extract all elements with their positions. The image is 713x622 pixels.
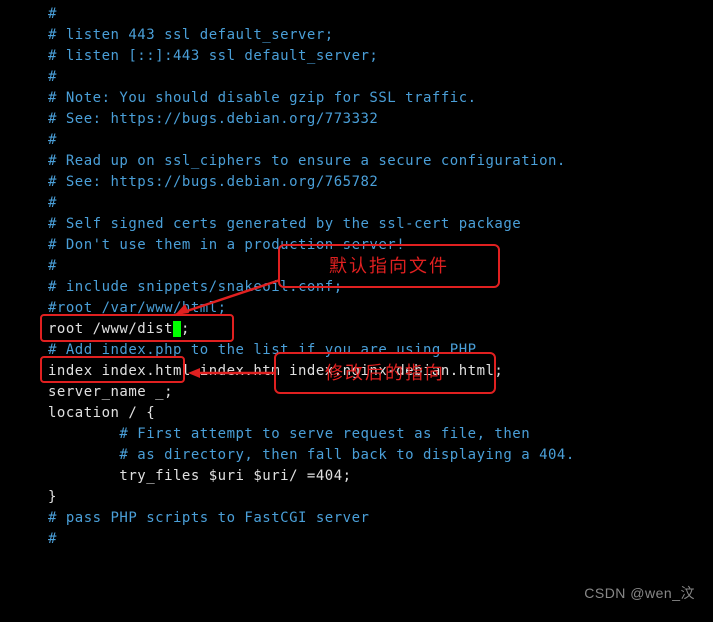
config-line: # as directory, then fall back to displa…	[48, 445, 713, 466]
annotation-modified-path: 修改后的指向	[274, 352, 496, 394]
config-line: # pass PHP scripts to FastCGI server	[48, 508, 713, 529]
config-line: }	[48, 487, 713, 508]
watermark: CSDN @wen_汶	[584, 583, 695, 604]
config-line: try_files $uri $uri/ =404;	[48, 466, 713, 487]
config-line: #	[48, 529, 713, 550]
config-line: # Read up on ssl_ciphers to ensure a sec…	[48, 151, 713, 172]
highlight-modified-root	[40, 356, 185, 383]
config-line: location / {	[48, 403, 713, 424]
config-line: # listen [::]:443 ssl default_server;	[48, 46, 713, 67]
config-line: # First attempt to serve request as file…	[48, 424, 713, 445]
annotation-default-path: 默认指向文件	[278, 244, 500, 288]
config-line: #	[48, 193, 713, 214]
highlight-original-root	[40, 314, 234, 342]
config-line: # listen 443 ssl default_server;	[48, 25, 713, 46]
config-line: # See: https://bugs.debian.org/773332	[48, 109, 713, 130]
config-line: #	[48, 4, 713, 25]
annotation-label: 修改后的指向	[325, 360, 445, 387]
config-line: # See: https://bugs.debian.org/765782	[48, 172, 713, 193]
config-line: # Note: You should disable gzip for SSL …	[48, 88, 713, 109]
annotation-label: 默认指向文件	[329, 253, 449, 280]
config-line: #	[48, 130, 713, 151]
config-line: #	[48, 67, 713, 88]
config-line: # Self signed certs generated by the ssl…	[48, 214, 713, 235]
